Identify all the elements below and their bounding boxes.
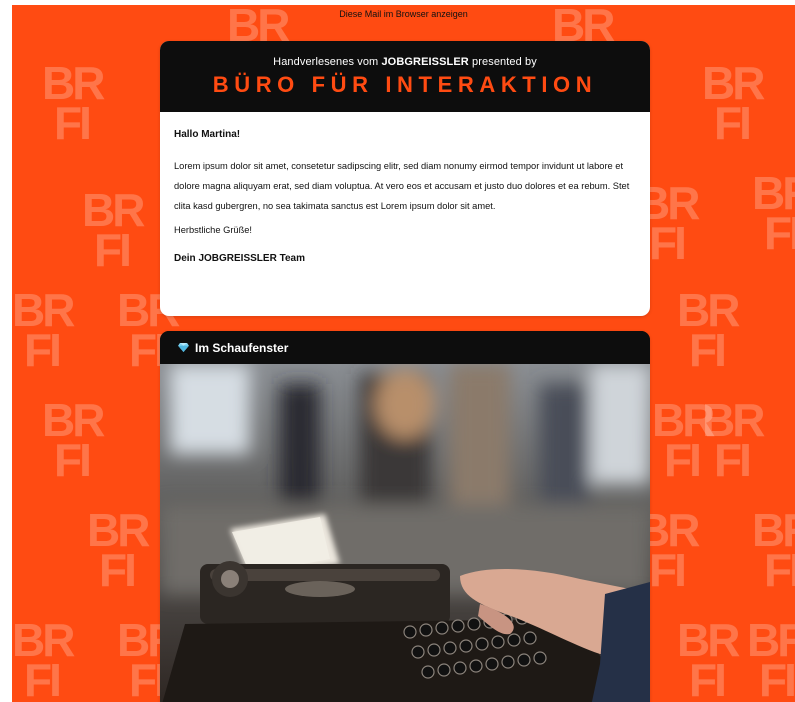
typewriter-photo[interactable] — [160, 364, 650, 702]
greeting-card: Handverlesenes vom JOBGREISSLER presente… — [160, 41, 650, 316]
email-background: BRFIBRFIBRFIBRFIBRFIBRFIBRFIBRFIBRFIBRFI… — [12, 5, 795, 702]
brfi-logo-mark: BRFI — [747, 614, 795, 702]
brfi-logo-mark: BRFI — [42, 394, 105, 486]
signature: Dein JOBGREISSLER Team — [174, 253, 305, 264]
diamond-icon — [178, 343, 189, 352]
brfi-logo-mark: BRFI — [752, 504, 795, 596]
subline-brand: JOBGREISSLER — [381, 56, 469, 68]
typewriter-image — [160, 364, 650, 702]
subline-post: presented by — [468, 56, 537, 68]
brfi-logo-mark: BRFI — [752, 167, 795, 259]
brfi-logo-mark: BRFI — [702, 57, 765, 149]
subline-pre: Handverlesenes vom — [273, 56, 382, 68]
brfi-logo-mark: BRFI — [677, 284, 740, 376]
brfi-logo-mark: BRFI — [12, 614, 75, 702]
header-subline: Handverlesenes vom JOBGREISSLER presente… — [160, 41, 650, 68]
salutation: Hallo Martina! — [174, 129, 241, 140]
greeting-text: Lorem ipsum dolor sit amet, consetetur s… — [174, 161, 630, 211]
brand-title: BÜRO FÜR INTERAKTION — [212, 72, 598, 97]
brfi-logo-mark: BRFI — [82, 184, 145, 276]
closing-text: Herbstliche Grüße! — [174, 225, 253, 235]
showcase-card: Im Schaufenster — [160, 331, 650, 702]
greeting-body: Hallo Martina! Lorem ipsum dolor sit ame… — [160, 112, 650, 264]
brfi-logo-mark: BRFI — [42, 57, 105, 149]
view-in-browser-link[interactable]: Diese Mail im Browser anzeigen — [12, 9, 795, 19]
showcase-title: Im Schaufenster — [195, 340, 289, 355]
newsletter-header: Handverlesenes vom JOBGREISSLER presente… — [160, 41, 650, 112]
showcase-header: Im Schaufenster — [160, 331, 650, 364]
brfi-logo-mark: BRFI — [87, 504, 150, 596]
brfi-logo-mark: BRFI — [702, 394, 765, 486]
brfi-logo-mark: BRFI — [677, 614, 740, 702]
brfi-logo-mark: BRFI — [12, 284, 75, 376]
